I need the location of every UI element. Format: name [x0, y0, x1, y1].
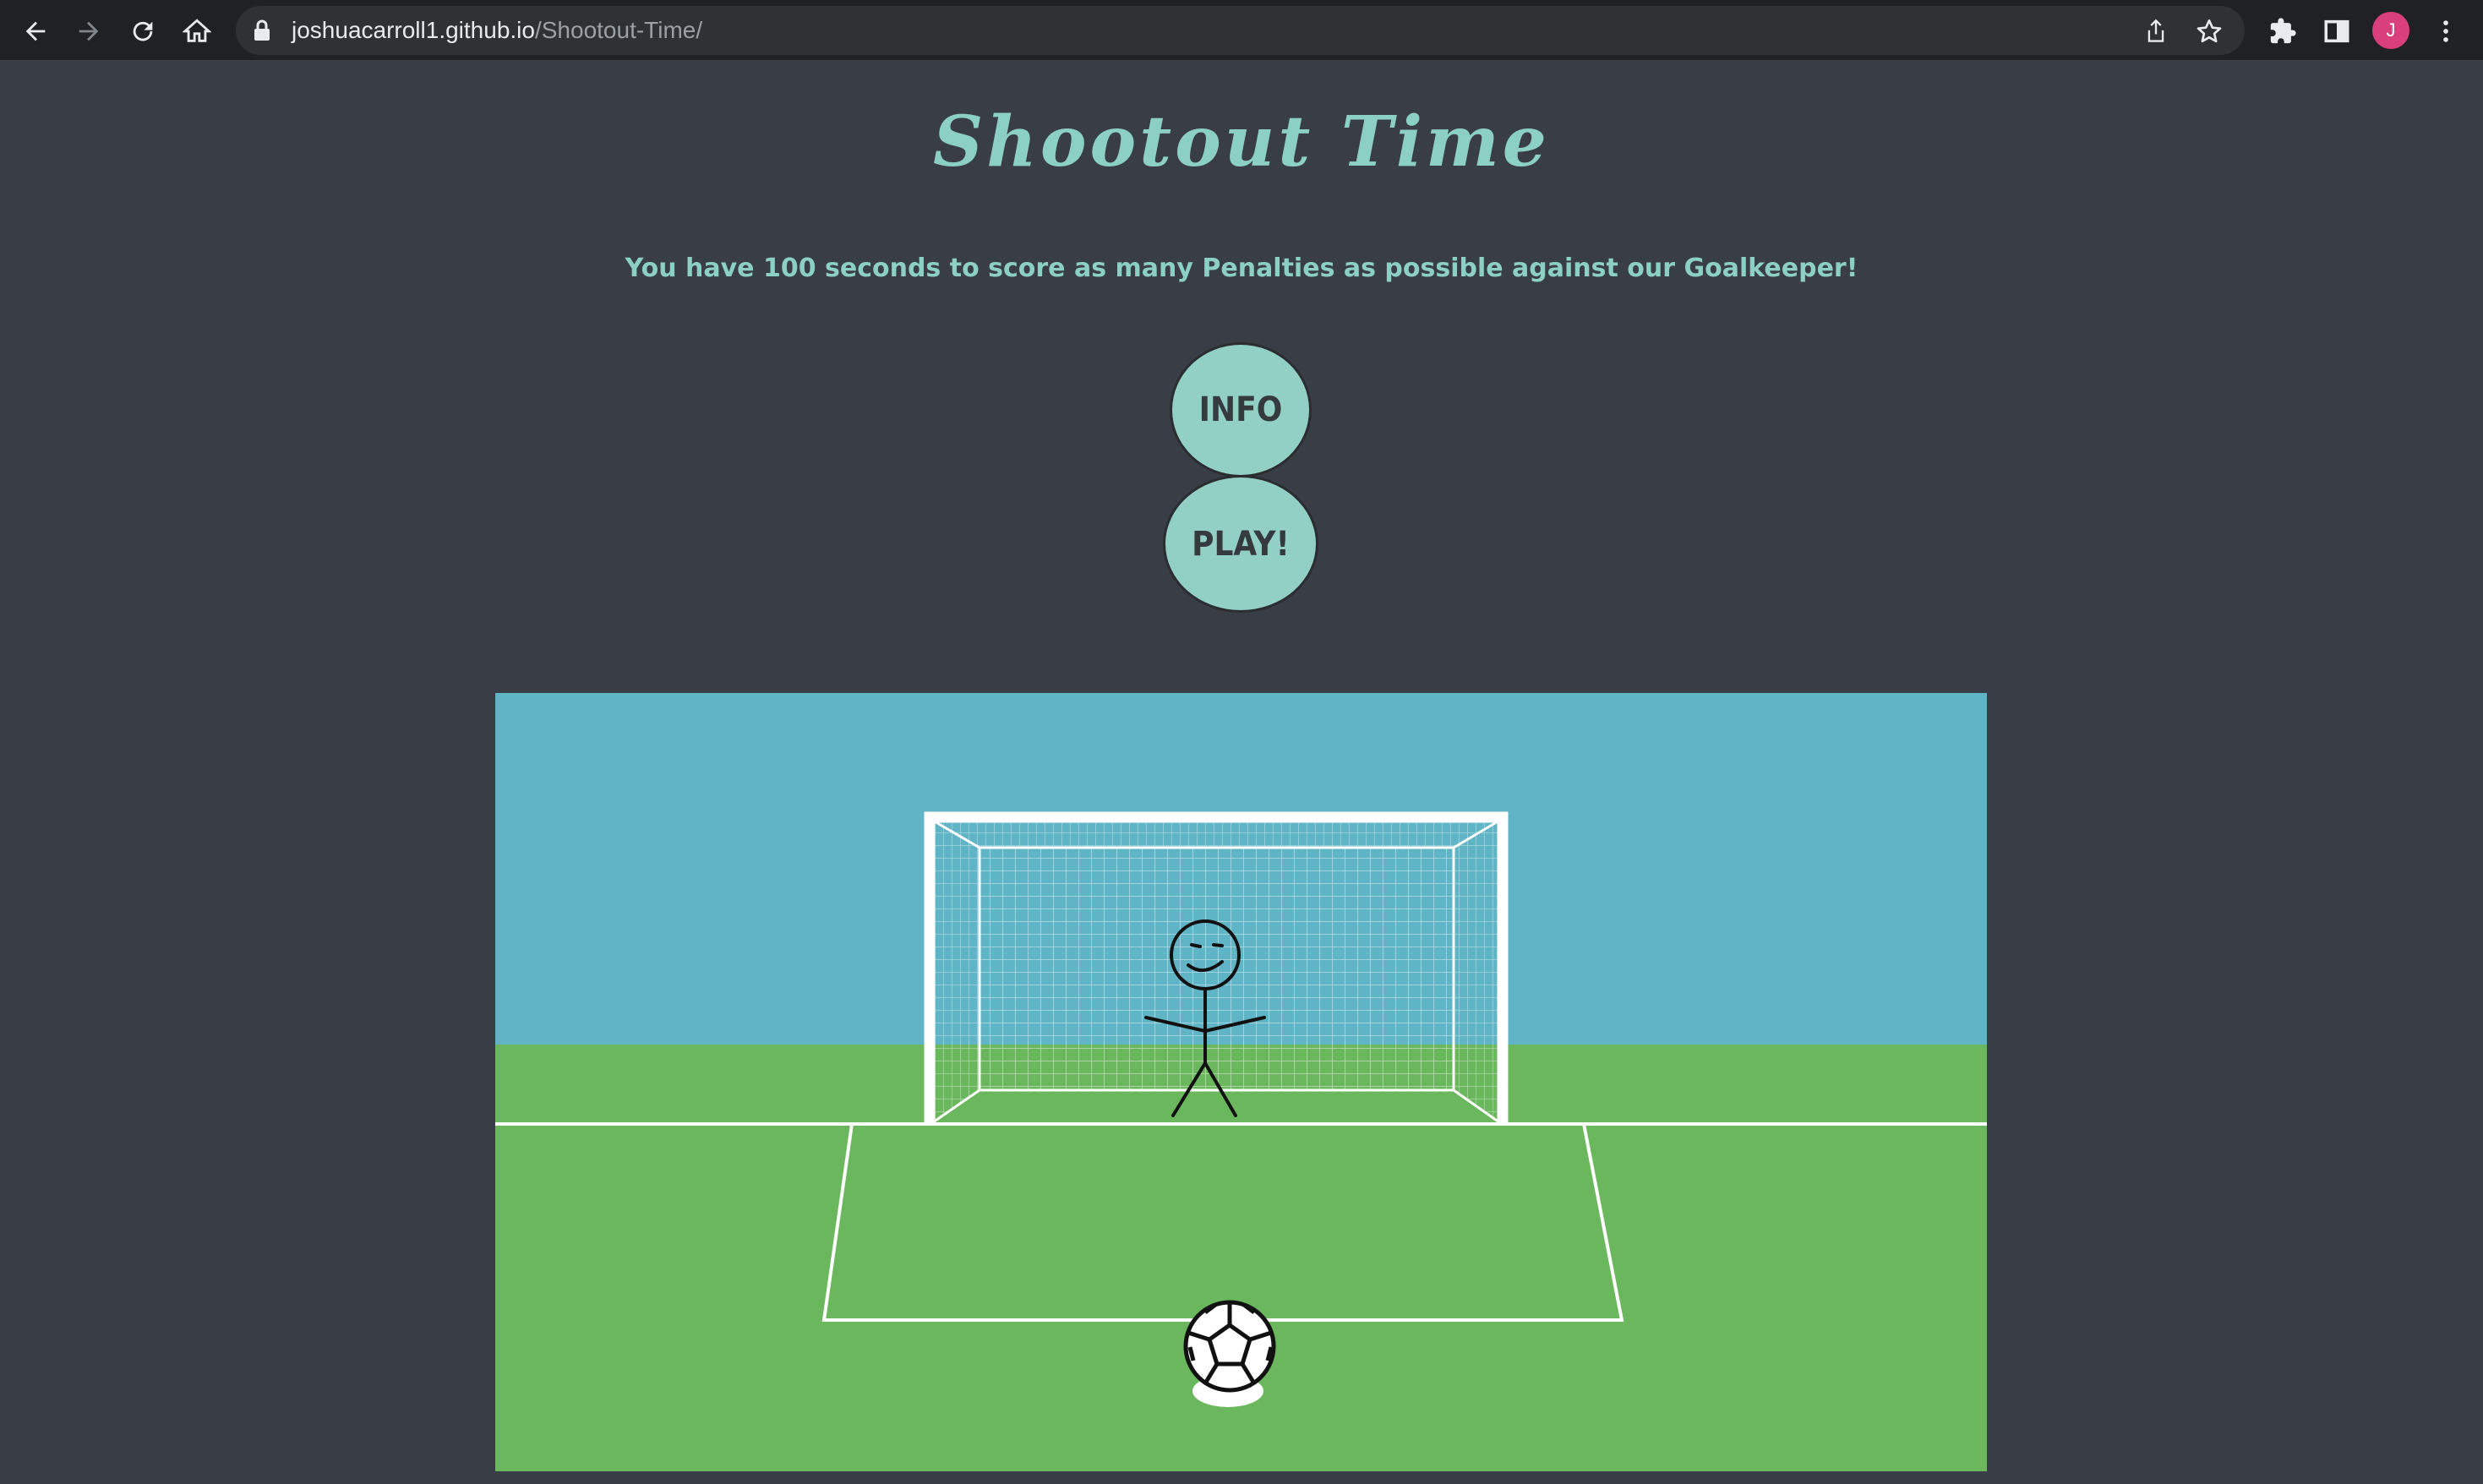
- pitch: [495, 1045, 1987, 1471]
- url-path: /Shootout-Time/: [534, 17, 703, 43]
- back-button[interactable]: [14, 10, 57, 52]
- star-icon: [2196, 19, 2222, 43]
- forward-button[interactable]: [68, 10, 110, 52]
- lock-icon: [254, 19, 270, 41]
- back-arrow-icon: [25, 21, 46, 41]
- reload-icon: [133, 21, 153, 41]
- game-field: [495, 693, 1987, 1471]
- home-button[interactable]: [176, 10, 218, 52]
- profile-avatar[interactable]: J: [2372, 12, 2409, 49]
- url-text: joshuacarroll1.github.io/Shootout-Time/: [292, 6, 702, 55]
- home-icon: [183, 19, 211, 42]
- share-icon: [2147, 19, 2164, 42]
- page-subtitle: You have 100 seconds to score as many Pe…: [625, 254, 1858, 283]
- browser-menu-button[interactable]: [2425, 10, 2467, 52]
- soccer-ball[interactable]: [1183, 1300, 1276, 1407]
- address-bar[interactable]: joshuacarroll1.github.io/Shootout-Time/: [236, 6, 2245, 55]
- page-title: Shootout Time: [933, 101, 1550, 183]
- reload-button[interactable]: [122, 10, 164, 52]
- forward-arrow-icon: [79, 21, 99, 41]
- side-panel-icon: [2324, 19, 2349, 43]
- url-host: joshuacarroll1.github.io: [292, 17, 535, 43]
- goal-net: [932, 819, 1500, 1124]
- browser-toolbar: joshuacarroll1.github.io/Shootout-Time/ …: [0, 0, 2483, 62]
- share-button[interactable]: [2141, 16, 2171, 46]
- extensions-icon: [2270, 18, 2296, 44]
- side-panel-button[interactable]: [2316, 10, 2358, 52]
- extensions-button[interactable]: [2262, 10, 2304, 52]
- play-button[interactable]: PLAY!: [1163, 475, 1318, 613]
- menu-dots-icon: [2443, 20, 2448, 42]
- info-button[interactable]: INFO: [1170, 342, 1312, 477]
- bookmark-button[interactable]: [2194, 16, 2224, 46]
